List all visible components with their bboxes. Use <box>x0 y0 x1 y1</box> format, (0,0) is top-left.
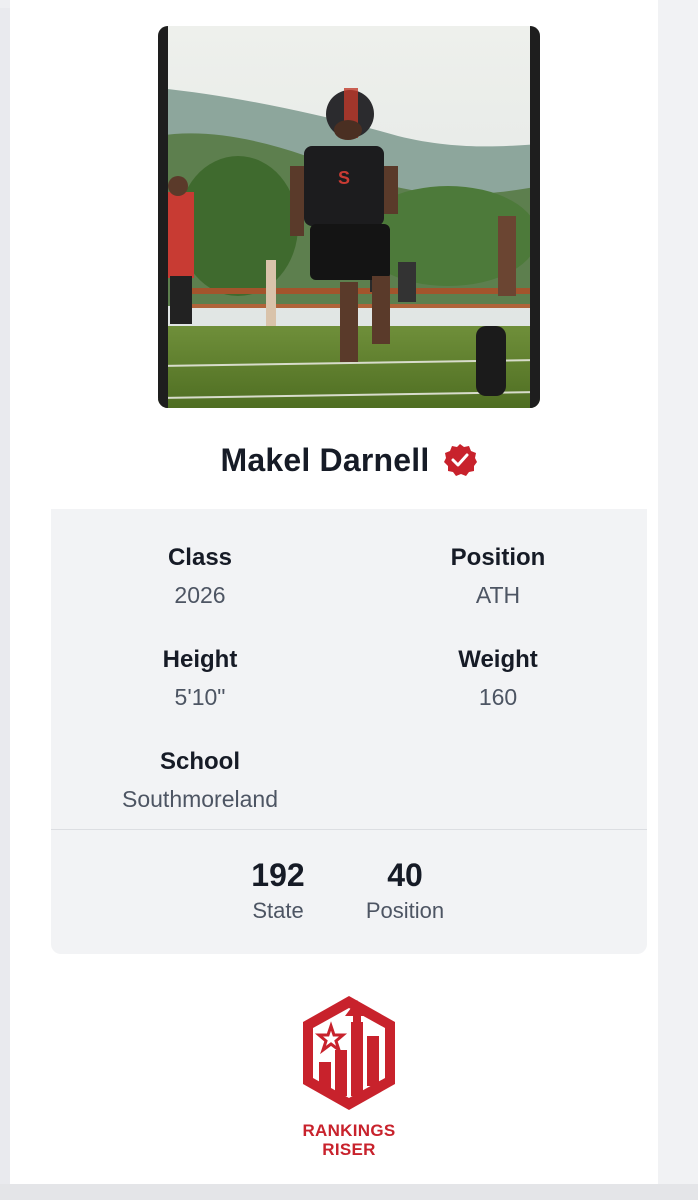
height-label: Height <box>162 646 238 673</box>
height-cell: Height 5'10" <box>51 645 349 712</box>
height-value: 5'10" <box>174 684 226 710</box>
weight-label: Weight <box>458 646 538 673</box>
weight-value: 160 <box>478 684 518 710</box>
class-value: 2026 <box>174 582 226 608</box>
position-rank: 40 Position <box>345 857 465 925</box>
rankings-divider <box>51 829 647 830</box>
rankings-riser-logo-icon <box>303 996 395 1110</box>
class-cell: Class 2026 <box>51 543 349 610</box>
position-rank-label: Position <box>365 898 445 923</box>
state-rank-label: State <box>252 898 304 923</box>
player-details-panel: Class 2026 Position ATH Height 5'10" Wei… <box>51 509 647 954</box>
player-photo[interactable]: S <box>158 26 540 408</box>
player-name-row: Makel Darnell <box>0 438 698 482</box>
svg-text:S: S <box>338 168 350 188</box>
class-label: Class <box>167 544 233 571</box>
state-rank-number: 192 <box>251 857 305 893</box>
player-name: Makel Darnell <box>220 441 430 478</box>
position-rank-number: 40 <box>387 857 423 893</box>
bottom-bar <box>0 1184 698 1200</box>
weight-cell: Weight 160 <box>349 645 647 712</box>
verified-badge-icon <box>444 444 478 476</box>
rankings-riser-logo: RANKINGS RISER <box>297 992 401 1160</box>
position-value: ATH <box>475 582 521 608</box>
logo-line2: RISER <box>322 1140 376 1159</box>
position-label: Position <box>450 544 546 571</box>
school-value[interactable]: Southmoreland <box>51 784 349 814</box>
state-rank: 192 State <box>228 857 328 925</box>
position-cell: Position ATH <box>349 543 647 610</box>
page-gutter <box>658 0 698 1200</box>
logo-line1: RANKINGS <box>302 1121 396 1140</box>
school-label: School <box>159 748 240 775</box>
school-cell: School Southmoreland <box>51 747 349 814</box>
